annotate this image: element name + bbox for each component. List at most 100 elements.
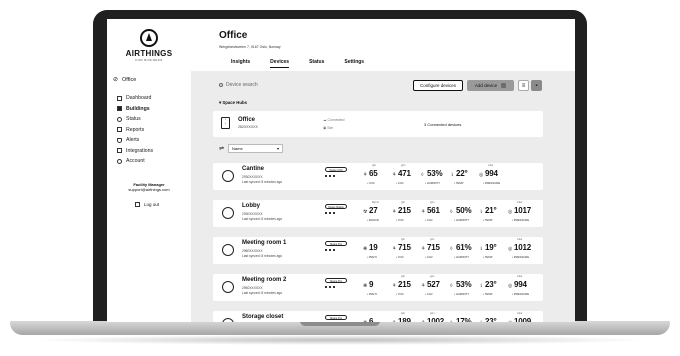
metric-label: • RADON: [367, 218, 379, 222]
temp-icon: ⇂: [479, 320, 483, 322]
metric: ⇂ 19° • TEMP: [479, 239, 508, 261]
metric-unit: mbar: [517, 313, 523, 315]
signal-icon: [325, 212, 335, 216]
reports-icon: [117, 127, 122, 133]
hub-card[interactable]: ▪ ▪ Office 282XXXXXX ☁ Connected ▣ Sim 3 …: [213, 111, 543, 137]
sidebar-item-reports[interactable]: Reports: [117, 125, 153, 136]
location-selector[interactable]: ⊘ Office: [113, 76, 136, 84]
metric: ❋6• PM2.5: [363, 313, 392, 322]
signal-icon: [325, 249, 335, 253]
tab-status[interactable]: Status: [309, 59, 324, 68]
voc-icon: ⚘: [392, 246, 397, 252]
metric-value: 23°: [485, 317, 497, 322]
sidebar-item-dashboard[interactable]: Dashboard: [117, 93, 153, 104]
tab-settings[interactable]: Settings: [344, 59, 364, 68]
metric-unit: ppm: [430, 239, 435, 241]
space-hubs-toggle[interactable]: ▾ Space Hubs: [219, 100, 247, 106]
metric-label: • PM2.5: [367, 255, 377, 259]
pressure-icon: ◎: [508, 320, 512, 322]
metric: ppb⚘189• VOC: [392, 313, 421, 322]
metric-value: 471: [398, 169, 411, 178]
device-card[interactable]: Meeting room 2 2960XXXXXX Last synced: 8 m…: [213, 274, 543, 301]
configure-devices-button[interactable]: Configure devices: [413, 80, 463, 91]
metric-value: 6: [369, 317, 374, 322]
humidity-icon: ◊: [450, 283, 453, 289]
device-card[interactable]: Storage closet2960XXXXXXLast synced: 8 m…: [213, 311, 543, 322]
device-model-badge: Space CO2: [325, 167, 347, 172]
tab-insights[interactable]: Insights: [231, 59, 250, 68]
sidebar-item-label: Alerts: [126, 137, 140, 144]
metric: ppm ⚘ 527 • CO2: [421, 276, 450, 298]
sidebar-item-alerts[interactable]: Alerts: [117, 135, 153, 146]
metric: ◊17%• HUMIDITY: [450, 313, 479, 322]
signal-icon: [325, 286, 335, 290]
device-status-ring: [222, 170, 234, 182]
metric-unit: ppb: [401, 239, 405, 241]
metric-value: 21°: [485, 206, 497, 215]
metric-label: • PRESSURE: [512, 218, 530, 222]
hub-serial: 282XXXXXX: [238, 125, 258, 129]
co2-icon: ⚘: [421, 246, 426, 252]
metric-value: 53%: [456, 280, 472, 289]
device-status-ring: [222, 207, 234, 219]
metric-label: • HUMIDITY: [454, 255, 470, 259]
hub-connection-status: Connected: [327, 118, 345, 122]
metric: ◊ 53% • HUMIDITY: [421, 165, 450, 187]
sidebar-item-status[interactable]: Status: [117, 114, 153, 125]
sidebar-item-buildings[interactable]: Buildings: [117, 104, 153, 115]
pm25-icon: ❋: [363, 283, 368, 289]
device-metrics: Bq/m3 ☢ 27 • RADON ppb ⚘ 215 • VOC ppm ⚘ 561 • CO2 ◊…: [363, 202, 537, 224]
logout-button[interactable]: Log out: [135, 202, 159, 207]
device-name: Cantine: [242, 166, 265, 172]
add-device-button[interactable]: Add device: [467, 80, 514, 91]
tab-devices[interactable]: Devices: [270, 59, 290, 68]
signal-icon: [325, 175, 335, 179]
page-header: Office Wergelandsveien 7, 0167 Oslo, Nor…: [191, 19, 575, 71]
metric: ppb ⚘ 715 • VOC: [392, 239, 421, 261]
metric-value: 715: [398, 243, 411, 252]
list-view-button[interactable]: ≡: [518, 80, 529, 91]
main-content: Office Wergelandsveien 7, 0167 Oslo, Nor…: [191, 19, 575, 322]
metric-value: 189: [398, 317, 411, 322]
metric: mbar ◎ 994 • PRESSURE: [479, 165, 508, 187]
device-search[interactable]: Device search: [219, 82, 258, 88]
device-status-ring: [222, 281, 234, 293]
device-model-badge: Space Radon: [325, 204, 347, 209]
hub-status: ☁ Connected ▣ Sim: [323, 116, 344, 132]
sidebar-item-account[interactable]: Account: [117, 156, 153, 167]
device-serial: 2960XXXXXX: [242, 249, 263, 253]
co2-icon: ⚘: [421, 283, 426, 289]
pressure-icon: ◎: [508, 209, 513, 215]
device-serial: 2960XXXXXX: [242, 286, 263, 290]
metric: ❋ 19 • PM2.5: [363, 239, 392, 261]
device-card[interactable]: Meeting room 1 2960XXXXXX Last synced: 8 m…: [213, 237, 543, 264]
metric: ⇂ 21° • TEMP: [479, 202, 508, 224]
sidebar-item-label: Reports: [126, 126, 145, 133]
metric-label: • HUMIDITY: [425, 181, 441, 185]
sidebar-item-integrations[interactable]: Integrations: [117, 146, 153, 157]
add-device-label: Add device: [474, 83, 498, 88]
metric-value: 561: [427, 206, 440, 215]
device-model-badge: Space Pro: [325, 241, 347, 246]
metric: ppm ⚘ 715 • CO2: [421, 239, 450, 261]
device-card[interactable]: Cantine 2930XXXXXX Last synced: 8 minutes …: [213, 163, 543, 190]
device-card[interactable]: Lobby 2930XXXXXX Last synced: 8 minutes ag…: [213, 200, 543, 227]
sort-select[interactable]: Name ▾: [228, 144, 284, 153]
grid-view-button[interactable]: ▪: [531, 80, 542, 91]
metric-label: • TEMP: [483, 255, 493, 259]
location-icon: ⊘: [113, 77, 119, 83]
airthings-logo[interactable]: AIRTHINGS FOR BUSINESS: [120, 29, 178, 62]
hub-connected-count: 3 Connected devices: [424, 122, 462, 127]
co2-icon: ⚘: [421, 209, 426, 215]
metric-value: 50%: [456, 206, 472, 215]
user-email: support@airthings.com: [128, 187, 170, 192]
search-input[interactable]: Device search: [226, 82, 258, 88]
status-icon: [117, 116, 122, 122]
metric-label: • CO2: [425, 218, 433, 222]
metric-unit: mbar: [488, 165, 494, 167]
hub-name: Office: [238, 117, 256, 123]
filter-icon[interactable]: ⇌: [219, 145, 224, 152]
metric: mbar◎1009• PRESSURE: [508, 313, 537, 322]
metric-unit: ppm: [401, 165, 406, 167]
device-metrics: ppb ⚘ 65 • VOC ppm ⚘ 471 • CO2 ◊ 53% • HUMIDITY ⇂ 22…: [363, 165, 508, 187]
